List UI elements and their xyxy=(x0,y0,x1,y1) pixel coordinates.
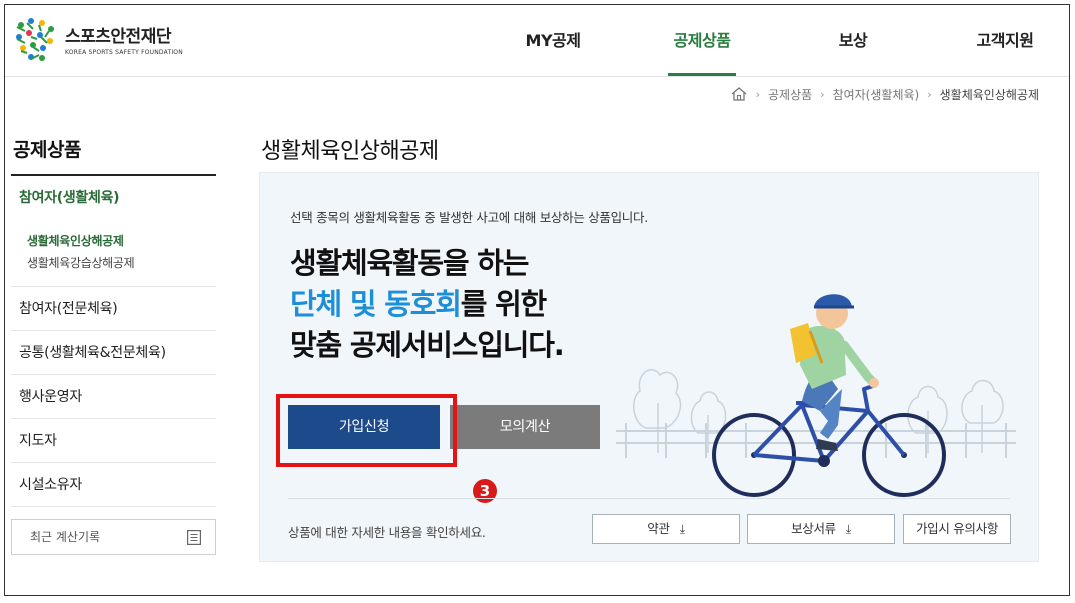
sidebar-subitem-injury[interactable]: 생활체육인상해공제 xyxy=(27,230,216,252)
breadcrumb-item[interactable]: 공제상품 xyxy=(768,86,812,103)
panel-divider xyxy=(288,498,1010,499)
logo-name-en: KOREA SPORTS SAFETY FOUNDATION xyxy=(65,49,183,56)
download-icon: ⤓ xyxy=(845,522,851,536)
sidebar-title: 공제상품 xyxy=(11,133,216,176)
sidebar: 공제상품 참여자(생활체육) 생활체육인상해공제 생활체육강습상해공제 참여자(… xyxy=(11,133,216,507)
claim-documents-label: 보상서류 xyxy=(791,521,836,536)
headline-line1: 생활체육활동을 하는 xyxy=(290,246,529,280)
headline-line2-rest: 를 위한 xyxy=(460,287,548,321)
foundation-logo-icon xyxy=(16,18,54,61)
annotation-highlight-box xyxy=(276,394,457,467)
breadcrumb: › 공제상품 › 참여자(생활체육) › 생활체육인상해공제 xyxy=(730,83,1039,105)
site-logo[interactable]: 스포츠안전재단 KOREA SPORTS SAFETY FOUNDATION xyxy=(11,15,183,63)
document-list-icon xyxy=(187,530,201,545)
sidebar-submenu: 생활체육인상해공제 생활체육강습상해공제 xyxy=(11,220,216,287)
sidebar-item-participant-elite[interactable]: 참여자(전문체육) xyxy=(11,287,216,331)
sidebar-subitem-lesson-injury[interactable]: 생활체육강습상해공제 xyxy=(27,252,216,274)
logo-name-ko: 스포츠안전재단 xyxy=(65,27,171,47)
sidebar-item-instructor[interactable]: 지도자 xyxy=(11,419,216,463)
chevron-right-icon: › xyxy=(820,87,825,101)
site-header: 스포츠안전재단 KOREA SPORTS SAFETY FOUNDATION M… xyxy=(5,5,1069,77)
join-notice-button[interactable]: 가입시 유의사항 xyxy=(903,514,1011,544)
mock-calculation-button[interactable]: 모의계산 xyxy=(450,405,600,449)
step-number-badge: 3 xyxy=(473,479,497,503)
cyclist-illustration xyxy=(616,294,1016,497)
home-icon[interactable] xyxy=(730,86,748,102)
sidebar-item-event-operator[interactable]: 행사운영자 xyxy=(11,375,216,419)
gnb-active-indicator xyxy=(668,73,736,76)
chevron-right-icon: › xyxy=(755,87,760,101)
sidebar-item-facility-owner[interactable]: 시설소유자 xyxy=(11,463,216,507)
gnb-products[interactable]: 공제상품 xyxy=(652,5,752,77)
join-notice-label: 가입시 유의사항 xyxy=(915,521,999,536)
recent-calc-history-label: 최근 계산기록 xyxy=(30,530,101,544)
chevron-right-icon: › xyxy=(927,87,932,101)
sidebar-item-participant-lifesports[interactable]: 참여자(생활체육) xyxy=(11,176,216,220)
details-hint-text: 상품에 대한 자세한 내용을 확인하세요. xyxy=(288,525,486,540)
product-headline: 생활체육활동을 하는 단체 및 동호회를 위한 맞춤 공제서비스입니다. xyxy=(290,243,565,366)
page-title: 생활체육인상해공제 xyxy=(261,139,439,164)
terms-download-label: 약관 xyxy=(647,521,670,536)
claim-documents-download-button[interactable]: 보상서류 ⤓ xyxy=(747,514,895,544)
page-frame: 스포츠안전재단 KOREA SPORTS SAFETY FOUNDATION M… xyxy=(4,4,1070,596)
gnb-customer-support[interactable]: 고객지원 xyxy=(955,5,1055,77)
breadcrumb-item[interactable]: 참여자(생활체육) xyxy=(833,86,920,103)
product-description: 선택 종목의 생활체육활동 중 발생한 사고에 대해 보상하는 상품입니다. xyxy=(290,210,648,225)
headline-highlight: 단체 및 동호회 xyxy=(290,287,462,321)
breadcrumb-current: 생활체육인상해공제 xyxy=(939,87,1039,102)
recent-calc-history-button[interactable]: 최근 계산기록 xyxy=(11,519,216,555)
headline-line3: 맞춤 공제서비스입니다. xyxy=(290,328,565,362)
sidebar-item-common[interactable]: 공통(생활체육&전문체육) xyxy=(11,331,216,375)
download-icon: ⤓ xyxy=(679,522,685,536)
terms-download-button[interactable]: 약관 ⤓ xyxy=(592,514,740,544)
gnb-my-deduction[interactable]: MY공제 xyxy=(503,5,603,77)
gnb-compensation[interactable]: 보상 xyxy=(803,5,903,77)
product-panel: 선택 종목의 생활체육활동 중 발생한 사고에 대해 보상하는 상품입니다. 생… xyxy=(259,172,1039,562)
